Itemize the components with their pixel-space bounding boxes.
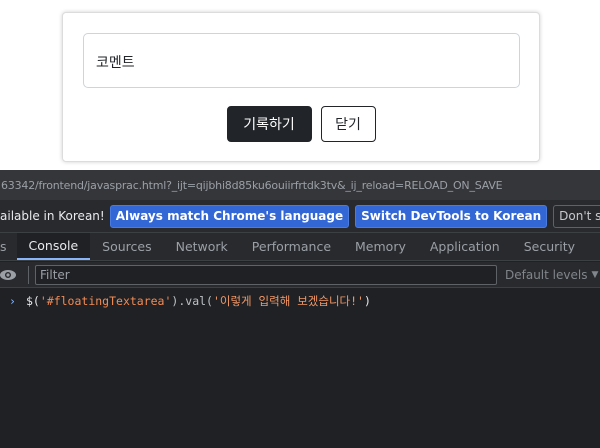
code-method: ).val( xyxy=(171,294,213,308)
language-message: ailable in Korean! xyxy=(0,209,105,223)
tab-performance[interactable]: Performance xyxy=(240,233,343,260)
tab-elements[interactable]: s xyxy=(0,233,17,260)
code-suffix: ) xyxy=(363,294,371,308)
tab-sources[interactable]: Sources xyxy=(90,233,163,260)
devtools-tab-bar: s Console Sources Network Performance Me… xyxy=(0,233,600,261)
tab-application[interactable]: Application xyxy=(418,233,512,260)
levels-label: Default levels xyxy=(505,267,588,282)
log-levels-dropdown[interactable]: Default levels ▼ xyxy=(505,268,598,282)
console-input-line[interactable]: › $( '#floatingTextarea' ).val( '이렇게 입력해… xyxy=(0,291,600,311)
console-filter-bar: Filter Default levels ▼ xyxy=(0,262,600,288)
record-button[interactable]: 기록하기 xyxy=(226,106,312,142)
page-url: 63342/frontend/javasprac.html?_ijt=qijbh… xyxy=(1,178,503,192)
tab-security[interactable]: Security xyxy=(512,233,587,260)
chevron-down-icon: ▼ xyxy=(591,269,599,280)
code-argument: '이렇게 입력해 보겠습니다!' xyxy=(212,294,364,308)
language-infobar: ailable in Korean! Always match Chrome's… xyxy=(0,200,600,233)
comment-textarea[interactable]: 코멘트 xyxy=(83,33,520,88)
filter-placeholder: Filter xyxy=(40,267,70,282)
more-tabs-icon[interactable]: » xyxy=(587,233,600,260)
tab-memory[interactable]: Memory xyxy=(343,233,418,260)
match-chrome-language-button[interactable]: Always match Chrome's language xyxy=(109,204,350,228)
tab-network[interactable]: Network xyxy=(164,233,240,260)
dont-show-again-button[interactable]: Don't show again xyxy=(553,204,600,228)
devtools-url-bar: 63342/frontend/javasprac.html?_ijt=qijbh… xyxy=(0,170,600,200)
code-selector: '#floatingTextarea' xyxy=(39,294,172,308)
comment-form-card: 코멘트 기록하기 닫기 xyxy=(62,12,540,162)
devtools-panel: 63342/frontend/javasprac.html?_ijt=qijbh… xyxy=(0,170,600,448)
code-prefix: $( xyxy=(26,294,40,308)
comment-label: 코멘트 xyxy=(96,55,135,71)
filter-separator xyxy=(28,265,29,284)
filter-input[interactable]: Filter xyxy=(35,264,497,285)
tab-console[interactable]: Console xyxy=(16,233,91,260)
switch-devtools-korean-button[interactable]: Switch DevTools to Korean xyxy=(355,204,548,228)
form-button-row: 기록하기 닫기 xyxy=(63,106,539,142)
prompt-chevron-icon: › xyxy=(9,294,16,308)
close-button[interactable]: 닫기 xyxy=(320,106,376,142)
page-content: 코멘트 기록하기 닫기 xyxy=(0,0,600,170)
eye-icon[interactable] xyxy=(0,265,18,285)
